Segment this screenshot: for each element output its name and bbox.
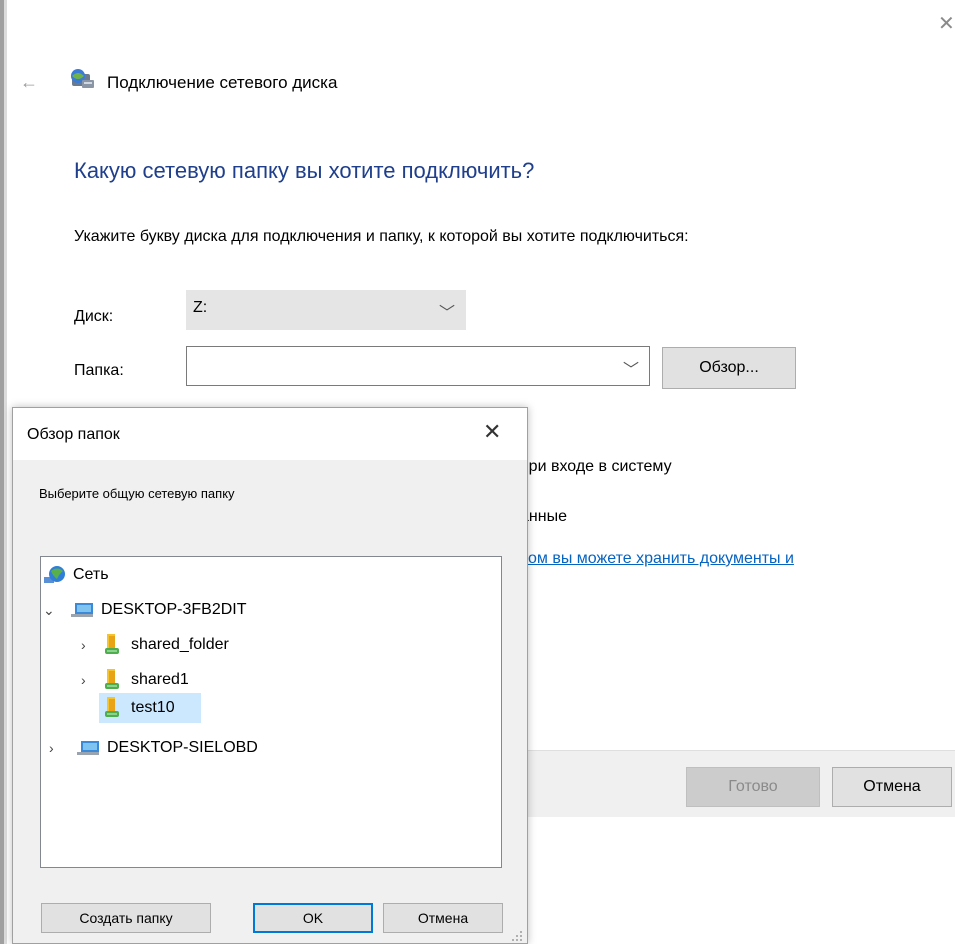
browse-folders-dialog: Обзор папок ✕ Выберите общую сетевую пап… [12,407,528,944]
network-drive-icon [71,69,94,88]
tree-item-label: test10 [131,699,175,716]
drive-label: Диск: [74,308,114,325]
tree-item-desktop-3fb2dit[interactable]: ⌄ DESKTOP-3FB2DIT [43,598,247,622]
done-button[interactable]: Готово [686,767,820,807]
drive-letter-select[interactable]: Z: ﹀ [186,290,466,330]
folder-path-combobox[interactable]: ﹀ [186,346,650,386]
chevron-down-icon: ﹀ [438,305,455,322]
chevron-right-icon[interactable]: › [49,740,63,756]
drive-letter-value: Z: [193,299,208,316]
tree-item-network[interactable]: Сеть [43,563,109,587]
page-heading: Какую сетевую папку вы хотите подключить… [74,158,535,183]
wizard-cancel-button[interactable]: Отмена [832,767,952,807]
tree-item-label: shared_folder [131,636,229,653]
dialog-cancel-button[interactable]: Отмена [383,903,503,933]
chevron-right-icon[interactable]: › [81,637,95,653]
resize-grip-icon[interactable] [511,930,523,942]
wizard-close-icon[interactable]: ✕ [938,14,955,34]
dialog-close-icon[interactable]: ✕ [483,421,501,443]
reconnect-at-signin-text: при входе в систему [520,458,672,475]
shared-folder-icon [105,669,119,689]
tree-item-label: DESKTOP-SIELOBD [107,739,258,756]
tree-item-label: shared1 [131,671,189,688]
back-arrow-icon[interactable]: ← [20,72,38,93]
shared-folder-icon [105,634,119,654]
tree-item-label: Сеть [73,566,109,583]
dialog-prompt: Выберите общую сетевую папку [39,486,235,501]
dialog-titlebar: Обзор папок ✕ [13,408,527,460]
chevron-right-icon[interactable]: › [81,672,95,688]
tree-item-label: DESKTOP-3FB2DIT [101,601,247,618]
connect-website-link[interactable]: ом вы можете хранить документы и [528,550,794,568]
shared-folder-icon [105,697,119,717]
tree-item-test10[interactable]: test10 [103,696,175,720]
folder-label: Папка: [74,362,124,379]
browse-button[interactable]: Обзор... [662,347,796,389]
dialog-title: Обзор папок [27,426,120,443]
new-folder-button[interactable]: Создать папку [41,903,211,933]
computer-icon [77,741,99,755]
network-icon [44,566,65,583]
computer-icon [71,603,93,617]
tree-item-shared1[interactable]: › shared1 [81,668,189,692]
folder-tree[interactable]: Сеть ⌄ DESKTOP-3FB2DIT › shared_folder › [40,556,502,868]
ok-button[interactable]: OK [253,903,373,933]
chevron-down-icon[interactable]: ⌄ [43,602,57,619]
instruction-text: Укажите букву диска для подключения и па… [74,228,689,245]
tree-item-shared-folder[interactable]: › shared_folder [81,633,229,657]
window-left-border-inner [4,0,7,944]
wizard-title: Подключение сетевого диска [107,73,338,92]
chevron-down-icon: ﹀ [622,362,639,379]
tree-item-desktop-sielobd[interactable]: › DESKTOP-SIELOBD [49,736,258,760]
